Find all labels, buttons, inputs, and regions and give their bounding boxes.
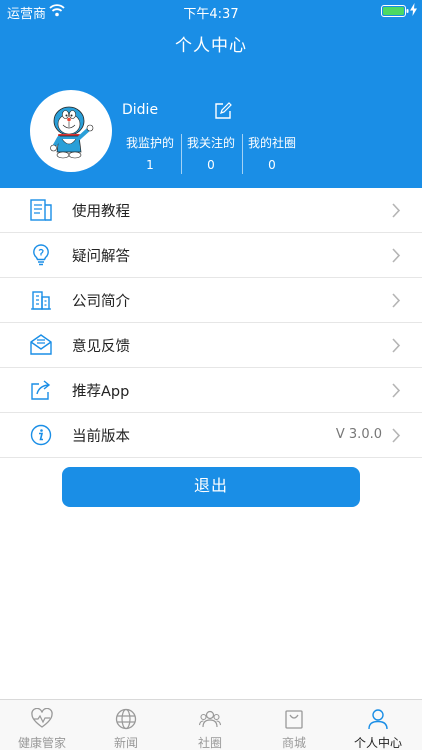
stat-following-value: 0: [207, 158, 215, 172]
chevron-right-icon: [392, 383, 401, 398]
menu-item-feedback[interactable]: 意见反馈: [0, 323, 422, 368]
building-icon: [31, 291, 51, 310]
charging-icon: [410, 3, 417, 16]
share-icon: [31, 380, 51, 400]
stat-guarded-label: 我监护的: [125, 136, 174, 150]
people-icon: [199, 710, 221, 728]
avatar[interactable]: [30, 90, 112, 172]
menu-item-faq[interactable]: 疑问解答: [0, 233, 422, 278]
lightbulb-icon: [33, 244, 49, 266]
menu-label-version: 当前版本: [72, 429, 130, 445]
tab-health-label: 健康管家: [17, 736, 66, 750]
doraemon-avatar-icon: [50, 106, 94, 159]
tab-health[interactable]: 健康管家: [0, 700, 84, 750]
menu-item-tutorial[interactable]: 使用教程: [0, 188, 422, 233]
stat-circle-value: 0: [268, 158, 276, 172]
menu-label-company: 公司简介: [72, 294, 130, 310]
chevron-right-icon: [392, 428, 401, 443]
stat-following[interactable]: 我关注的 0: [180, 133, 242, 174]
status-time: 下午4:37: [183, 7, 239, 22]
battery-icon: [381, 5, 409, 17]
chevron-right-icon: [392, 248, 401, 263]
shopping-bag-icon: [285, 710, 303, 729]
profile-header: 运营商 下午4:37 个人中心 Didie 我监护的 1 我关注的 0 我的社圈…: [0, 0, 422, 188]
document-icon: [30, 199, 52, 221]
tab-bar: 健康管家 新闻 社圈 商城 个人中心: [0, 699, 422, 750]
menu-label-feedback: 意见反馈: [72, 339, 130, 355]
person-icon: [368, 709, 388, 730]
chevron-right-icon: [392, 293, 401, 308]
chevron-right-icon: [392, 203, 401, 218]
page-title: 个人中心: [175, 36, 247, 56]
logout-button[interactable]: 退出: [62, 467, 360, 507]
menu-item-version[interactable]: 当前版本 V 3.0.0: [0, 413, 422, 458]
tab-news-label: 新闻: [113, 736, 138, 750]
chevron-right-icon: [392, 338, 401, 353]
tab-community[interactable]: 社圈: [168, 700, 252, 750]
tab-mall-label: 商城: [281, 736, 306, 750]
stat-following-label: 我关注的: [186, 136, 235, 150]
username: Didie: [122, 102, 159, 118]
version-value: V 3.0.0: [335, 427, 382, 442]
tab-community-label: 社圈: [197, 736, 222, 750]
menu-item-recommend[interactable]: 推荐App: [0, 368, 422, 413]
heart-icon: [31, 708, 53, 728]
tab-mall[interactable]: 商城: [252, 700, 336, 750]
stat-circle-label: 我的社圈: [247, 136, 296, 150]
tab-news[interactable]: 新闻: [84, 700, 168, 750]
status-bar: 运营商 下午4:37: [0, 0, 422, 22]
tab-profile-label: 个人中心: [353, 736, 402, 750]
mail-icon: [30, 334, 52, 355]
menu-label-recommend: 推荐App: [72, 384, 130, 400]
stat-guarded[interactable]: 我监护的 1: [119, 133, 181, 174]
menu-label-faq: 疑问解答: [72, 249, 130, 265]
globe-icon: [115, 708, 137, 730]
stat-guarded-value: 1: [146, 158, 154, 172]
stat-circle[interactable]: 我的社圈 0: [241, 133, 303, 174]
menu-item-company[interactable]: 公司简介: [0, 278, 422, 323]
tab-profile[interactable]: 个人中心: [336, 700, 420, 750]
info-icon: [30, 424, 52, 446]
menu-label-tutorial: 使用教程: [72, 204, 130, 220]
edit-icon[interactable]: [214, 102, 232, 120]
